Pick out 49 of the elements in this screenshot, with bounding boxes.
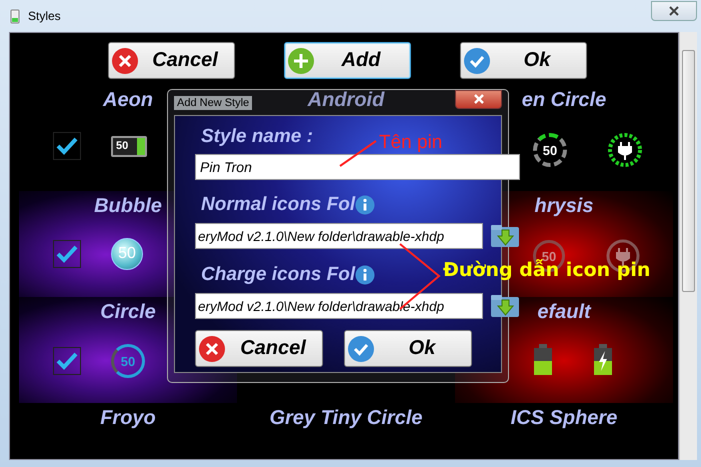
field-label: Charge icons Fol	[201, 263, 356, 287]
style-name: Aeon	[103, 88, 153, 113]
style-name: hrysis	[534, 194, 594, 219]
battery-icon	[10, 8, 20, 24]
style-checkbox[interactable]	[53, 347, 81, 375]
check-icon	[347, 334, 375, 362]
close-icon	[668, 6, 680, 16]
browse-folder-button[interactable]	[489, 222, 521, 250]
style-name: Circle	[100, 300, 156, 325]
style-name: Bubble	[94, 194, 162, 219]
style-checkbox[interactable]	[53, 132, 81, 160]
info-icon	[355, 265, 376, 285]
style-name: Grey Tiny Circle	[269, 406, 423, 431]
dialog-title: Add New Style	[174, 96, 252, 110]
style-name: Android	[308, 88, 384, 113]
field-label: Style name :	[201, 125, 313, 149]
check-icon	[462, 46, 490, 74]
browse-folder-button[interactable]	[489, 292, 521, 320]
battery-icon	[533, 344, 553, 376]
ring-icon: 50	[111, 344, 145, 378]
toolbar-button[interactable]: Cancel	[108, 42, 234, 79]
style-name-field[interactable]: Pin Tron	[195, 154, 520, 180]
plus-icon	[286, 46, 314, 74]
charging-battery-icon	[593, 344, 613, 376]
style-name: ICS Sphere	[510, 406, 618, 431]
toolbar-button[interactable]: Add	[284, 42, 410, 79]
dialog-button[interactable]: Cancel	[195, 330, 323, 367]
style-checkbox[interactable]	[53, 240, 81, 268]
info-icon	[355, 195, 376, 215]
folder-path-field[interactable]: eryMod v2.1.0\New folder\drawable-xhdp	[195, 223, 483, 249]
style-name: efault	[537, 300, 591, 325]
close-icon	[472, 94, 484, 104]
close-button[interactable]	[455, 90, 502, 108]
annotation-text: Tên pin	[379, 132, 442, 154]
cancel-icon	[110, 46, 138, 74]
cancel-icon	[198, 334, 226, 362]
scrollbar[interactable]	[679, 32, 697, 460]
style-name: Froyo	[100, 406, 156, 431]
style-name: en Circle	[522, 88, 606, 113]
battery-icon: 50	[111, 136, 147, 156]
leader-line	[339, 139, 379, 167]
toolbar-button[interactable]: Ok	[460, 42, 586, 79]
bubble-icon: 50	[111, 238, 143, 270]
dialog-button[interactable]: Ok	[344, 330, 472, 367]
field-label: Normal icons Fol	[201, 193, 356, 217]
window-title: Styles	[28, 9, 61, 23]
close-button[interactable]	[651, 1, 697, 21]
ring-icon: 50	[533, 133, 567, 167]
plug-icon	[607, 132, 643, 168]
